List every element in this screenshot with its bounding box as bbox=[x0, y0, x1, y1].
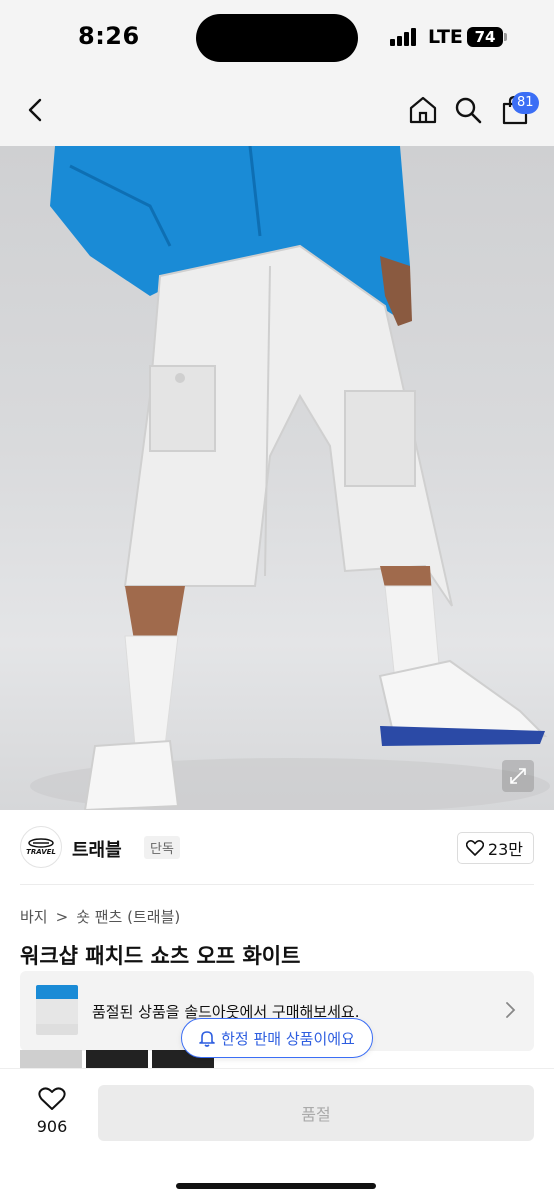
network-label: LTE bbox=[428, 26, 463, 48]
banner-thumbnail bbox=[36, 985, 78, 1035]
expand-icon bbox=[510, 768, 526, 784]
brand-like-count: 23만 bbox=[487, 840, 523, 859]
breadcrumb-subcategory[interactable]: 숏 팬츠 (트래블) bbox=[76, 906, 180, 927]
product-photo bbox=[30, 146, 550, 810]
breadcrumb-separator: > bbox=[55, 907, 69, 926]
cart-count-badge: 81 bbox=[512, 92, 539, 114]
back-button[interactable] bbox=[14, 88, 58, 132]
limited-sale-text: 한정 판매 상품이에요 bbox=[221, 1029, 355, 1048]
soldout-button[interactable]: 품절 bbox=[98, 1085, 534, 1141]
thumbnail[interactable] bbox=[20, 1050, 82, 1070]
search-icon bbox=[455, 97, 482, 124]
brand-logo-mark bbox=[28, 838, 54, 848]
image-thumbnail-strip bbox=[20, 1050, 214, 1070]
brand-name[interactable]: 트래블 bbox=[72, 836, 122, 862]
product-image[interactable] bbox=[0, 146, 554, 810]
brand-row: TRAVEL 트래블 단독 23만 bbox=[20, 822, 534, 874]
heart-icon bbox=[465, 840, 484, 856]
chevron-right-icon bbox=[506, 1002, 516, 1018]
home-indicator bbox=[176, 1183, 376, 1189]
heart-icon bbox=[38, 1087, 66, 1110]
wishlist-button[interactable]: 906 bbox=[30, 1087, 74, 1136]
home-button[interactable] bbox=[401, 88, 445, 132]
divider bbox=[20, 884, 534, 885]
signal-icon bbox=[390, 28, 420, 46]
status-time: 8:26 bbox=[78, 22, 140, 50]
limited-sale-pill: 한정 판매 상품이에요 bbox=[181, 1018, 373, 1058]
breadcrumb: 바지 > 숏 팬츠 (트래블) bbox=[20, 906, 180, 927]
status-bar: 8:26 LTE 74 bbox=[0, 0, 554, 78]
brand-logo[interactable]: TRAVEL bbox=[20, 826, 62, 868]
chevron-left-icon bbox=[28, 98, 42, 122]
exclusive-tag: 단독 bbox=[144, 836, 180, 859]
thumbnail[interactable] bbox=[86, 1050, 148, 1070]
battery-tip bbox=[504, 33, 507, 41]
nav-bar: 81 bbox=[0, 78, 554, 146]
battery-icon: 74 bbox=[467, 27, 503, 47]
home-icon bbox=[409, 96, 437, 124]
expand-image-button[interactable] bbox=[502, 760, 534, 792]
product-title: 워크샵 패치드 쇼츠 오프 화이트 bbox=[20, 944, 301, 968]
bottom-action-bar: 906 품절 bbox=[0, 1068, 554, 1200]
search-button[interactable] bbox=[446, 88, 490, 132]
brand-like-button[interactable]: 23만 bbox=[456, 832, 534, 864]
brand-logo-text: TRAVEL bbox=[26, 848, 56, 856]
bell-icon bbox=[199, 1031, 215, 1047]
wishlist-count: 906 bbox=[36, 1117, 68, 1136]
breadcrumb-category[interactable]: 바지 bbox=[20, 906, 48, 927]
dynamic-island bbox=[196, 14, 358, 62]
